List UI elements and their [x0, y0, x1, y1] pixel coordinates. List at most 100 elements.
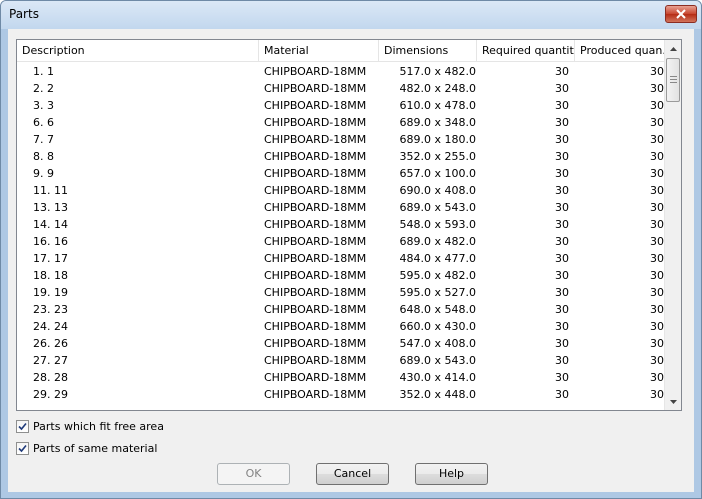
same-material-option[interactable]: Parts of same material [16, 440, 157, 456]
table-row[interactable]: 2. 2 CHIPBOARD-18MM 482.0 x 248.0 30 30 [17, 80, 665, 97]
part-material: CHIPBOARD-18MM [264, 82, 367, 95]
column-header-description[interactable]: Description [17, 40, 259, 62]
part-description: 18. 18 [33, 269, 68, 282]
part-required-quantity: 30 [555, 65, 569, 78]
part-dimensions: 484.0 x 477.0 [399, 252, 476, 265]
part-required-quantity: 30 [555, 303, 569, 316]
table-row[interactable]: 18. 18 CHIPBOARD-18MM 595.0 x 482.0 30 30 [17, 267, 665, 284]
table-row[interactable]: 17. 17 CHIPBOARD-18MM 484.0 x 477.0 30 30 [17, 250, 665, 267]
scroll-up-button[interactable] [665, 40, 681, 57]
part-dimensions: 430.0 x 414.0 [399, 371, 476, 384]
fit-free-area-option[interactable]: Parts which fit free area [16, 418, 164, 434]
part-dimensions: 689.0 x 348.0 [399, 116, 476, 129]
column-header-required-quantity[interactable]: Required quantity [477, 40, 575, 62]
vertical-scrollbar[interactable] [664, 40, 681, 410]
part-material: CHIPBOARD-18MM [264, 388, 367, 401]
part-required-quantity: 30 [555, 371, 569, 384]
part-material: CHIPBOARD-18MM [264, 252, 367, 265]
part-description: 11. 11 [33, 184, 68, 197]
ok-button[interactable]: OK [217, 463, 290, 485]
part-produced-quantity: 30 [650, 184, 664, 197]
table-row[interactable]: 8. 8 CHIPBOARD-18MM 352.0 x 255.0 30 30 [17, 148, 665, 165]
part-description: 1. 1 [33, 65, 54, 78]
part-required-quantity: 30 [555, 388, 569, 401]
table-row[interactable]: 27. 27 CHIPBOARD-18MM 689.0 x 543.0 30 30 [17, 352, 665, 369]
column-header-dimensions[interactable]: Dimensions [379, 40, 477, 62]
part-required-quantity: 30 [555, 201, 569, 214]
part-required-quantity: 30 [555, 99, 569, 112]
table-row[interactable]: 19. 19 CHIPBOARD-18MM 595.0 x 527.0 30 30 [17, 284, 665, 301]
same-material-label: Parts of same material [33, 441, 158, 455]
parts-list[interactable]: Description Material Dimensions Required… [16, 39, 682, 411]
part-required-quantity: 30 [555, 286, 569, 299]
part-dimensions: 548.0 x 593.0 [399, 218, 476, 231]
part-material: CHIPBOARD-18MM [264, 269, 367, 282]
part-description: 9. 9 [33, 167, 54, 180]
part-material: CHIPBOARD-18MM [264, 320, 367, 333]
table-row[interactable]: 26. 26 CHIPBOARD-18MM 547.0 x 408.0 30 30 [17, 335, 665, 352]
table-row[interactable]: 16. 16 CHIPBOARD-18MM 689.0 x 482.0 30 30 [17, 233, 665, 250]
table-row[interactable]: 6. 6 CHIPBOARD-18MM 689.0 x 348.0 30 30 [17, 114, 665, 131]
scroll-thumb[interactable] [666, 58, 680, 102]
column-header-produced-quantity[interactable]: Produced quan... [575, 40, 665, 62]
part-material: CHIPBOARD-18MM [264, 184, 367, 197]
part-dimensions: 595.0 x 482.0 [399, 269, 476, 282]
help-button[interactable]: Help [415, 463, 488, 485]
close-button[interactable] [665, 5, 697, 23]
part-required-quantity: 30 [555, 269, 569, 282]
part-dimensions: 689.0 x 482.0 [399, 235, 476, 248]
table-row[interactable]: 11. 11 CHIPBOARD-18MM 690.0 x 408.0 30 30 [17, 182, 665, 199]
part-description: 27. 27 [33, 354, 68, 367]
arrow-down-icon [670, 399, 677, 404]
part-dimensions: 595.0 x 527.0 [399, 286, 476, 299]
table-row[interactable]: 13. 13 CHIPBOARD-18MM 689.0 x 543.0 30 30 [17, 199, 665, 216]
part-description: 19. 19 [33, 286, 68, 299]
cancel-button[interactable]: Cancel [316, 463, 389, 485]
table-row[interactable]: 3. 3 CHIPBOARD-18MM 610.0 x 478.0 30 30 [17, 97, 665, 114]
table-row[interactable]: 7. 7 CHIPBOARD-18MM 689.0 x 180.0 30 30 [17, 131, 665, 148]
part-description: 7. 7 [33, 133, 54, 146]
part-description: 26. 26 [33, 337, 68, 350]
part-required-quantity: 30 [555, 133, 569, 146]
part-description: 28. 28 [33, 371, 68, 384]
part-material: CHIPBOARD-18MM [264, 235, 367, 248]
part-material: CHIPBOARD-18MM [264, 303, 367, 316]
window-title: Parts [9, 7, 39, 21]
part-required-quantity: 30 [555, 235, 569, 248]
same-material-checkbox[interactable] [16, 441, 29, 455]
column-header-material[interactable]: Material [259, 40, 379, 62]
part-produced-quantity: 30 [650, 354, 664, 367]
checkmark-icon [18, 422, 27, 430]
table-row[interactable]: 9. 9 CHIPBOARD-18MM 657.0 x 100.0 30 30 [17, 165, 665, 182]
table-row[interactable]: 24. 24 CHIPBOARD-18MM 660.0 x 430.0 30 30 [17, 318, 665, 335]
part-produced-quantity: 30 [650, 218, 664, 231]
checkmark-icon [18, 444, 27, 452]
part-description: 24. 24 [33, 320, 68, 333]
title-bar[interactable]: Parts [1, 1, 701, 29]
part-description: 17. 17 [33, 252, 68, 265]
table-row[interactable]: 1. 1 CHIPBOARD-18MM 517.0 x 482.0 30 30 [17, 63, 665, 80]
table-row[interactable]: 28. 28 CHIPBOARD-18MM 430.0 x 414.0 30 30 [17, 369, 665, 386]
part-dimensions: 689.0 x 543.0 [399, 201, 476, 214]
part-dimensions: 517.0 x 482.0 [399, 65, 476, 78]
fit-free-area-checkbox[interactable] [16, 419, 29, 433]
part-description: 13. 13 [33, 201, 68, 214]
table-row[interactable]: 14. 14 CHIPBOARD-18MM 548.0 x 593.0 30 30 [17, 216, 665, 233]
part-produced-quantity: 30 [650, 320, 664, 333]
part-produced-quantity: 30 [650, 65, 664, 78]
part-required-quantity: 30 [555, 116, 569, 129]
table-row[interactable]: 23. 23 CHIPBOARD-18MM 648.0 x 548.0 30 30 [17, 301, 665, 318]
table-row[interactable]: 29. 29 CHIPBOARD-18MM 352.0 x 448.0 30 30 [17, 386, 665, 403]
part-dimensions: 660.0 x 430.0 [399, 320, 476, 333]
part-material: CHIPBOARD-18MM [264, 150, 367, 163]
part-dimensions: 610.0 x 478.0 [399, 99, 476, 112]
part-produced-quantity: 30 [650, 116, 664, 129]
part-dimensions: 482.0 x 248.0 [399, 82, 476, 95]
scroll-down-button[interactable] [665, 393, 681, 410]
part-dimensions: 648.0 x 548.0 [399, 303, 476, 316]
part-description: 6. 6 [33, 116, 54, 129]
dialog-body: Description Material Dimensions Required… [8, 29, 694, 492]
part-produced-quantity: 30 [650, 133, 664, 146]
part-material: CHIPBOARD-18MM [264, 167, 367, 180]
part-material: CHIPBOARD-18MM [264, 337, 367, 350]
